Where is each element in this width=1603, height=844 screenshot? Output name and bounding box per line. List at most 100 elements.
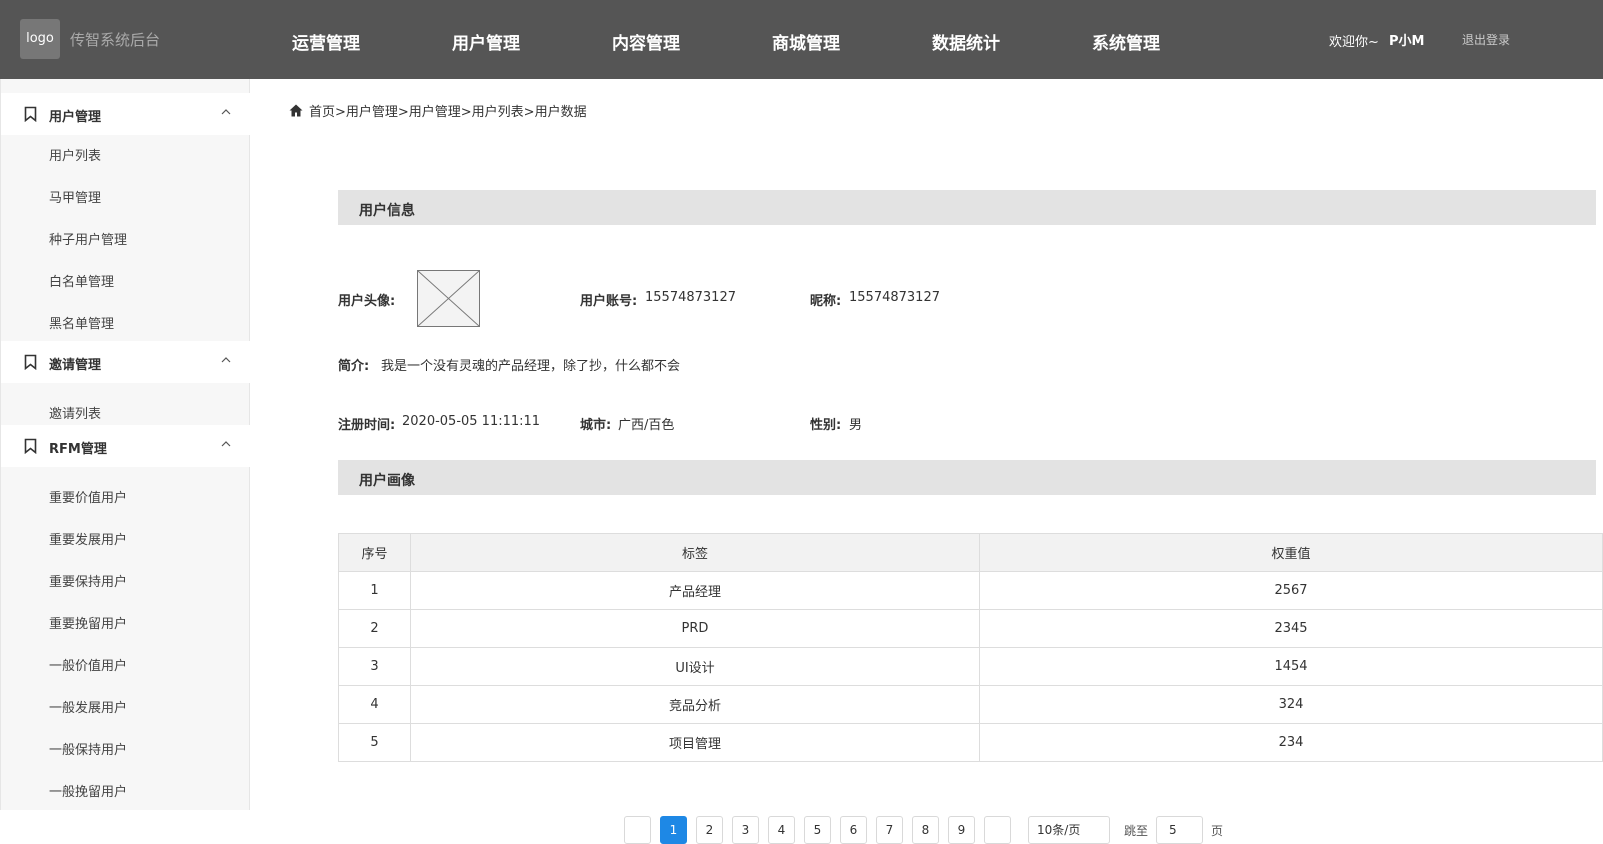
column-header: 权重值 [979, 533, 1603, 572]
prev-page-button[interactable] [624, 816, 651, 844]
jump-page-input[interactable]: 5 [1156, 816, 1203, 844]
bookmark-icon [24, 354, 37, 370]
account-value: 15574873127 [645, 290, 736, 305]
sidebar-group-label: 用户管理 [49, 110, 102, 125]
city-label: 城市: [580, 418, 612, 433]
table-cell: 2 [338, 609, 411, 648]
welcome-text: 欢迎你~ [1329, 35, 1379, 50]
page-button-8[interactable]: 8 [912, 816, 939, 844]
username[interactable]: P小M [1389, 30, 1424, 49]
sidebar-item-rfm-8[interactable]: 一般挽留用户 [49, 781, 127, 800]
sidebar-item-rfm-6[interactable]: 一般发展用户 [49, 697, 127, 716]
sidebar-group-user-management[interactable]: 用户管理 [1, 93, 250, 135]
table-cell: 234 [979, 723, 1603, 762]
nav-users[interactable]: 用户管理 [452, 29, 520, 54]
page-size-select[interactable]: 10条/页 [1028, 816, 1110, 844]
sidebar-group-invite-management[interactable]: 邀请管理 [1, 341, 250, 383]
page-button-2[interactable]: 2 [696, 816, 723, 844]
nav-content[interactable]: 内容管理 [612, 29, 680, 54]
portrait-table: 序号 标签 权重值 1 产品经理 2567 2 PRD 2345 3 UI设计 … [338, 533, 1603, 762]
page-button-9[interactable]: 9 [948, 816, 975, 844]
sidebar-group-rfm-management[interactable]: RFM管理 [1, 425, 250, 467]
sidebar-item-blacklist[interactable]: 黑名单管理 [49, 313, 114, 332]
table-cell: 3 [338, 647, 411, 686]
user-portrait-section-header: 用户画像 [338, 460, 1596, 495]
register-time-value: 2020-05-05 11:11:11 [402, 414, 541, 429]
table-cell: 324 [979, 685, 1603, 724]
bookmark-icon [24, 106, 37, 122]
nav-statistics[interactable]: 数据统计 [932, 29, 1000, 54]
nav-system[interactable]: 系统管理 [1092, 29, 1160, 54]
next-page-button[interactable] [984, 816, 1011, 844]
chevron-up-icon[interactable] [220, 438, 232, 450]
nav-operations[interactable]: 运营管理 [292, 29, 360, 54]
page-button-4[interactable]: 4 [768, 816, 795, 844]
table-cell: 2567 [979, 571, 1603, 610]
nickname-value: 15574873127 [849, 290, 940, 305]
table-cell: 4 [338, 685, 411, 724]
sidebar-item-rfm-7[interactable]: 一般保持用户 [49, 739, 127, 758]
intro-value: 我是一个没有灵魂的产品经理，除了抄，什么都不会 [381, 359, 681, 374]
sidebar-item-rfm-1[interactable]: 重要价值用户 [49, 487, 127, 506]
table-cell: 项目管理 [410, 723, 980, 762]
page-button-1[interactable]: 1 [660, 816, 687, 844]
sidebar-item-rfm-2[interactable]: 重要发展用户 [49, 529, 127, 548]
page-button-3[interactable]: 3 [732, 816, 759, 844]
gender-value: 男 [849, 418, 863, 433]
sidebar-item-user-list[interactable]: 用户列表 [49, 145, 101, 164]
city-value: 广西/百色 [618, 418, 675, 433]
table-row: 3 UI设计 1454 [338, 647, 1603, 686]
table-row: 4 竞品分析 324 [338, 685, 1603, 724]
nav-mall[interactable]: 商城管理 [772, 29, 840, 54]
table-row: 2 PRD 2345 [338, 609, 1603, 648]
table-row: 1 产品经理 2567 [338, 571, 1603, 610]
sidebar-item-rfm-4[interactable]: 重要挽留用户 [49, 613, 127, 632]
chevron-up-icon[interactable] [220, 106, 232, 118]
sidebar-item-rfm-3[interactable]: 重要保持用户 [49, 571, 127, 590]
logout-link[interactable]: 退出登录 [1462, 31, 1510, 48]
nickname-label: 昵称: [810, 294, 842, 309]
page-button-5[interactable]: 5 [804, 816, 831, 844]
page-button-6[interactable]: 6 [840, 816, 867, 844]
logo[interactable]: logo [20, 19, 60, 59]
account-label: 用户账号: [580, 294, 638, 309]
sidebar: 用户管理 用户列表 马甲管理 种子用户管理 白名单管理 黑名单管理 邀请管理 邀… [0, 79, 250, 810]
sidebar-item-invite-list[interactable]: 邀请列表 [49, 403, 101, 422]
page-button-7[interactable]: 7 [876, 816, 903, 844]
sidebar-group-label: RFM管理 [49, 442, 107, 457]
column-header: 标签 [410, 533, 980, 572]
table-row: 5 项目管理 234 [338, 723, 1603, 762]
table-cell: PRD [410, 609, 980, 648]
chevron-up-icon[interactable] [220, 354, 232, 366]
page-suffix: 页 [1211, 824, 1224, 838]
table-cell: 1454 [979, 647, 1603, 686]
avatar-label: 用户头像: [338, 294, 396, 309]
table-cell: UI设计 [410, 647, 980, 686]
breadcrumb: 首页>用户管理>用户管理>用户列表>用户数据 [289, 101, 587, 120]
sidebar-item-rfm-5[interactable]: 一般价值用户 [49, 655, 127, 674]
column-header: 序号 [338, 533, 411, 572]
section-title: 用户信息 [359, 203, 415, 219]
intro-label: 简介: [338, 359, 370, 374]
sidebar-item-whitelist[interactable]: 白名单管理 [49, 271, 114, 290]
sidebar-item-vest-management[interactable]: 马甲管理 [49, 187, 101, 206]
system-name: 传智系统后台 [70, 31, 161, 49]
avatar [417, 270, 480, 327]
sidebar-item-seed-users[interactable]: 种子用户管理 [49, 229, 127, 248]
table-cell: 1 [338, 571, 411, 610]
register-time-label: 注册时间: [338, 418, 396, 433]
sidebar-group-label: 邀请管理 [49, 358, 102, 373]
breadcrumb-path[interactable]: 首页>用户管理>用户管理>用户列表>用户数据 [309, 101, 587, 120]
table-cell: 5 [338, 723, 411, 762]
table-cell: 2345 [979, 609, 1603, 648]
table-header-row: 序号 标签 权重值 [338, 533, 1603, 572]
section-title: 用户画像 [359, 473, 415, 489]
table-cell: 竞品分析 [410, 685, 980, 724]
image-placeholder-icon [417, 270, 480, 327]
jump-label: 跳至 [1124, 824, 1149, 838]
gender-label: 性别: [810, 418, 842, 433]
table-cell: 产品经理 [410, 571, 980, 610]
user-info-section-header: 用户信息 [338, 190, 1596, 225]
bookmark-icon [24, 438, 37, 454]
home-icon[interactable] [289, 104, 303, 117]
